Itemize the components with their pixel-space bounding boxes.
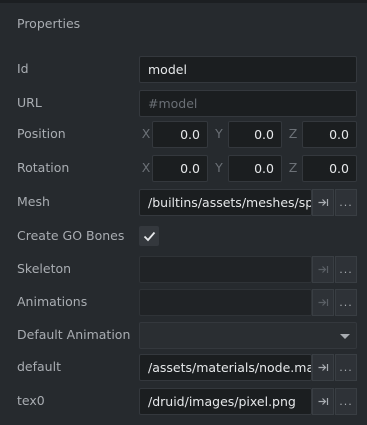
property-row-tex0: tex0 /druid/images/pixel.png ... <box>0 388 367 415</box>
goto-resource-icon <box>318 266 328 273</box>
property-row-default-material: default /assets/materials/node.mate ... <box>0 354 367 381</box>
property-label-skeleton: Skeleton <box>17 261 72 276</box>
property-row-mesh: Mesh /builtins/assets/meshes/sph ... <box>0 189 367 216</box>
skeleton-browse-button[interactable]: ... <box>335 256 357 283</box>
tex0-field[interactable]: /druid/images/pixel.png <box>139 388 312 415</box>
default-animation-select[interactable] <box>139 322 357 349</box>
property-label-url: URL <box>17 95 42 110</box>
tex0-goto-button[interactable] <box>312 388 334 415</box>
property-label-position: Position <box>17 126 66 141</box>
mesh-field[interactable]: /builtins/assets/meshes/sph <box>139 189 312 216</box>
position-z-axis-label: Z <box>288 126 298 141</box>
property-label-rotation: Rotation <box>17 160 70 175</box>
position-x-field[interactable]: 0.0 <box>152 121 208 148</box>
position-x-axis-label: X <box>141 126 151 141</box>
property-row-create-go-bones: Create GO Bones <box>0 223 367 250</box>
property-row-skeleton: Skeleton ... <box>0 256 367 283</box>
position-y-axis-label: Y <box>215 126 223 141</box>
position-y-field[interactable]: 0.0 <box>228 121 282 148</box>
checkmark-icon <box>143 231 155 241</box>
property-row-default-animation: Default Animation <box>0 322 367 349</box>
animations-field[interactable] <box>139 289 312 316</box>
property-row-url: URL #model <box>0 90 367 117</box>
property-label-default-material: default <box>17 359 61 374</box>
property-label-mesh: Mesh <box>17 194 50 209</box>
default-material-goto-button[interactable] <box>312 354 334 381</box>
chevron-down-icon <box>340 334 350 339</box>
rotation-x-field[interactable]: 0.0 <box>152 155 208 182</box>
mesh-goto-button[interactable] <box>312 189 334 216</box>
mesh-browse-button[interactable]: ... <box>335 189 357 216</box>
property-label-tex0: tex0 <box>17 393 45 408</box>
rotation-x-axis-label: X <box>141 160 151 175</box>
goto-resource-icon <box>318 199 328 206</box>
tex0-browse-button[interactable]: ... <box>335 388 357 415</box>
property-label-default-animation: Default Animation <box>17 327 131 342</box>
default-material-field[interactable]: /assets/materials/node.mate <box>139 354 312 381</box>
property-row-id: Id model <box>0 56 367 83</box>
property-row-animations: Animations ... <box>0 289 367 316</box>
property-label-animations: Animations <box>17 294 88 309</box>
rotation-y-axis-label: Y <box>215 160 223 175</box>
default-material-browse-button[interactable]: ... <box>335 354 357 381</box>
properties-panel: Properties Id model URL #model Position … <box>0 0 367 425</box>
url-field[interactable]: #model <box>139 90 357 117</box>
property-label-id: Id <box>17 61 29 76</box>
property-row-position: Position X 0.0 Y 0.0 Z 0.0 <box>0 121 367 148</box>
skeleton-field[interactable] <box>139 256 312 283</box>
animations-browse-button[interactable]: ... <box>335 289 357 316</box>
create-go-bones-checkbox[interactable] <box>139 226 159 246</box>
panel-title: Properties <box>17 16 81 31</box>
goto-resource-icon <box>318 398 328 405</box>
id-field[interactable]: model <box>139 56 357 83</box>
goto-resource-icon <box>318 299 328 306</box>
position-z-field[interactable]: 0.0 <box>302 121 357 148</box>
rotation-y-field[interactable]: 0.0 <box>228 155 282 182</box>
property-label-create-go-bones: Create GO Bones <box>17 228 125 243</box>
rotation-z-axis-label: Z <box>288 160 298 175</box>
goto-resource-icon <box>318 364 328 371</box>
property-row-rotation: Rotation X 0.0 Y 0.0 Z 0.0 <box>0 155 367 182</box>
animations-goto-button[interactable] <box>312 289 334 316</box>
rotation-z-field[interactable]: 0.0 <box>302 155 357 182</box>
skeleton-goto-button[interactable] <box>312 256 334 283</box>
